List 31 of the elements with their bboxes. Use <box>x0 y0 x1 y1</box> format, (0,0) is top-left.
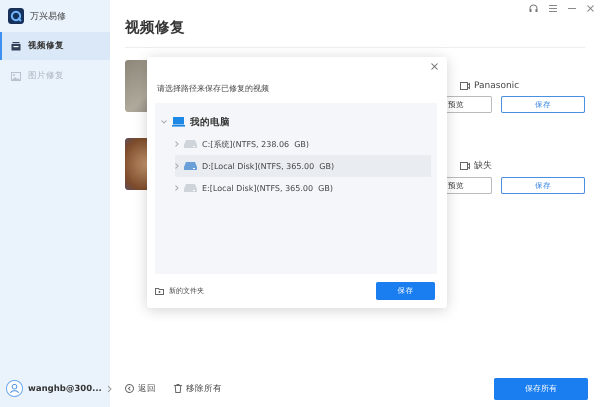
remove-all-link[interactable]: 移除所有 <box>174 382 222 394</box>
close-icon[interactable] <box>587 5 594 12</box>
app-logo-icon <box>8 8 24 24</box>
drive-icon <box>184 140 197 148</box>
video-icon <box>11 42 21 50</box>
app-title: 万兴易修 <box>30 10 66 22</box>
minimize-icon[interactable] <box>568 5 576 12</box>
drive-item[interactable]: D:[Local Disk](NTFS, 365.00 GB) <box>175 155 431 177</box>
chevron-right-icon <box>106 384 112 392</box>
laptop-icon <box>172 117 185 127</box>
drive-item[interactable]: E:[Local Disk](NTFS, 365.00 GB) <box>175 177 431 199</box>
sidebar-item[interactable]: 视频修复 <box>0 32 110 60</box>
drive-icon <box>184 184 197 192</box>
avatar-icon <box>6 380 23 397</box>
folder-plus-icon <box>155 287 164 295</box>
tree-node[interactable]: 我的电脑 <box>155 111 437 133</box>
back-link[interactable]: 返回 <box>125 382 156 394</box>
user-account[interactable]: wanghb@300... <box>0 370 110 407</box>
drive-icon <box>184 162 197 170</box>
drive-item[interactable]: C:[系统](NTFS, 238.06 GB) <box>175 133 431 155</box>
camera-icon <box>460 162 470 170</box>
menu-icon[interactable] <box>549 5 557 12</box>
save-all-button[interactable]: 保存所有 <box>494 378 588 400</box>
trash-icon <box>174 384 182 393</box>
page-title: 视频修复 <box>125 20 186 37</box>
camera-icon <box>460 82 470 90</box>
back-icon <box>125 384 134 393</box>
close-icon[interactable] <box>431 63 438 70</box>
dialog-prompt: 请选择路径来保存已修复的视频 <box>157 83 270 94</box>
image-icon <box>11 72 21 80</box>
headset-icon[interactable] <box>529 4 538 13</box>
